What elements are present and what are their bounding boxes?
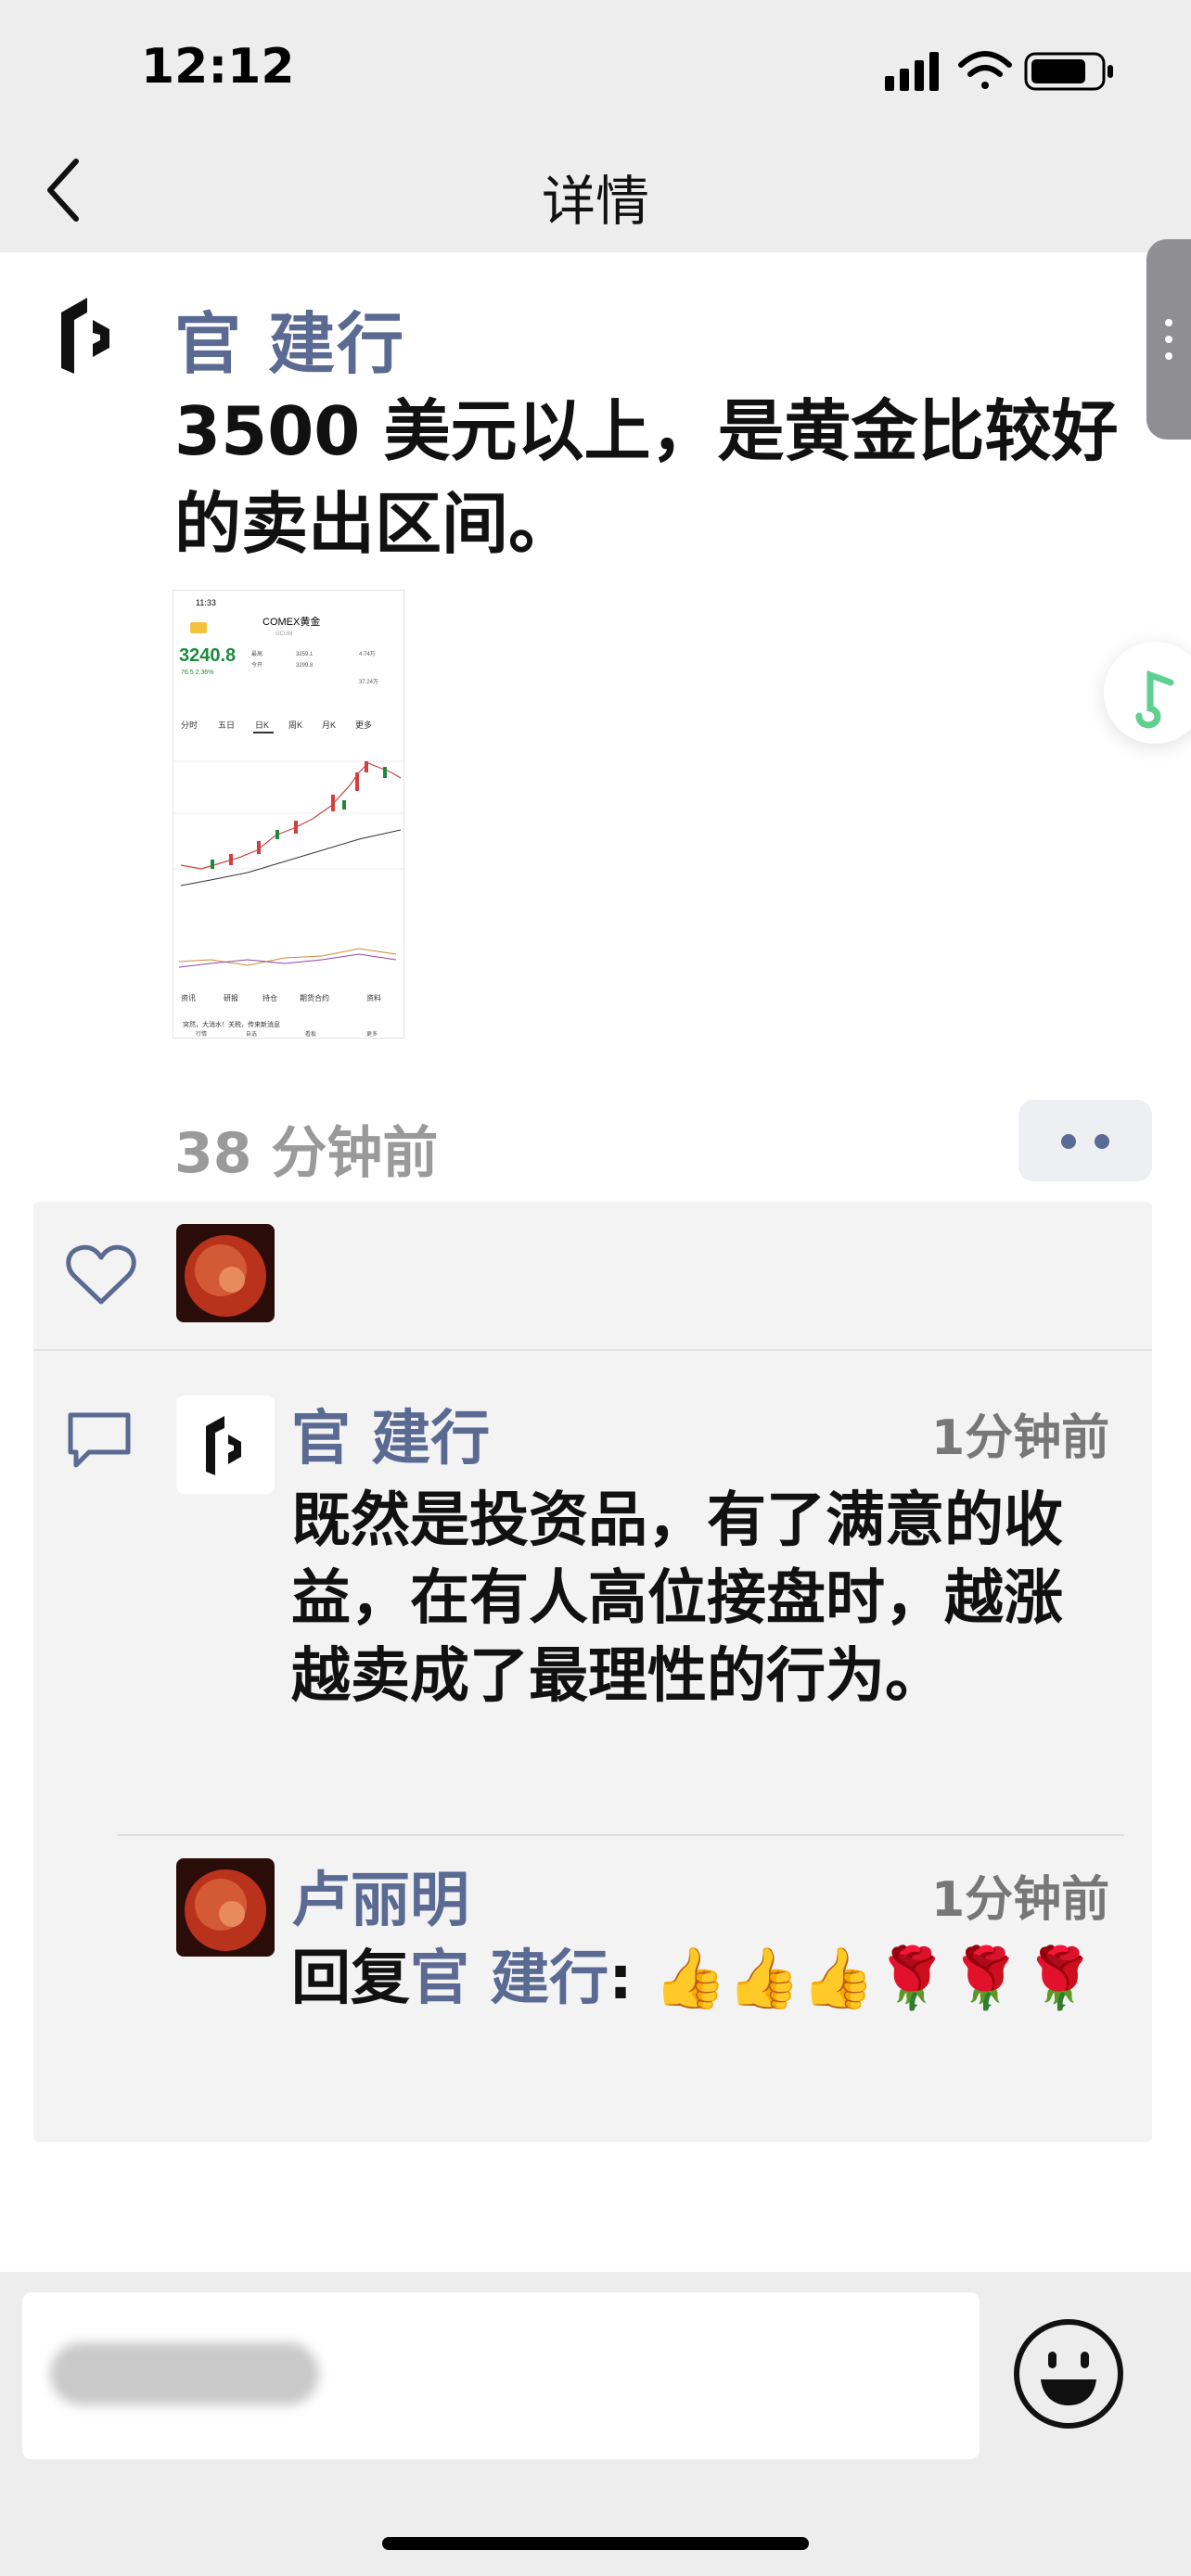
svg-text:最高: 最高: [251, 650, 263, 657]
svg-text:更多: 更多: [355, 720, 372, 730]
comment-author[interactable]: 官 建行: [291, 1391, 490, 1476]
svg-text:自选: 自选: [246, 1030, 257, 1038]
battery-icon: [1024, 52, 1113, 91]
music-button[interactable]: [1104, 642, 1191, 744]
signal-icon: [885, 52, 939, 91]
image-title: COMEX黄金: [263, 615, 320, 628]
svg-text:37.24万: 37.24万: [359, 679, 378, 685]
post-text: 3500 美元以上，是黄金比较好的卖出区间。: [174, 392, 1119, 563]
svg-text:今开: 今开: [251, 661, 263, 669]
comment-text: 既然是投资品，有了满意的收益，在有人高位接盘时，越涨越卖成了最理性的行为。: [291, 1486, 1063, 1711]
status-icons: [885, 51, 1113, 91]
commenter-avatar[interactable]: [176, 1858, 275, 1957]
post-image[interactable]: 11:33 COMEX黄金 GCUM 3240.8 76.5 2.36% 最高 …: [173, 590, 404, 1039]
image-time: 11:33: [196, 598, 216, 607]
image-change: 76.5 2.36%: [181, 670, 213, 676]
svg-text:期货合约: 期货合约: [300, 993, 329, 1002]
heart-icon: [66, 1244, 136, 1305]
post-time: 38 分钟前: [174, 1121, 439, 1186]
wifi-icon: [958, 51, 1012, 89]
liker-avatar[interactable]: [176, 1224, 275, 1322]
comment-time: 1分钟前: [931, 1410, 1110, 1466]
music-note-icon: [1135, 670, 1174, 729]
image-news: 突然，大消水！关税，传来新消息: [183, 1020, 280, 1028]
comment-icon: [68, 1412, 131, 1468]
comment-time: 1分钟前: [931, 1872, 1110, 1928]
commenter-avatar[interactable]: [176, 1396, 275, 1494]
svg-text:行情: 行情: [196, 1030, 207, 1038]
svg-text:4.74万: 4.74万: [359, 651, 376, 657]
input-placeholder-blurred: [50, 2342, 319, 2405]
divider: [33, 1349, 1152, 1351]
svg-text:资料: 资料: [366, 993, 381, 1002]
stock-screenshot: 11:33 COMEX黄金 GCUM 3240.8 76.5 2.36% 最高 …: [173, 591, 403, 1038]
status-time: 12:12: [141, 39, 295, 95]
more-actions-button[interactable]: [1018, 1100, 1152, 1181]
home-indicator: [382, 2537, 809, 2550]
svg-text:研报: 研报: [224, 993, 238, 1002]
svg-text:五日: 五日: [218, 721, 235, 730]
reply-emoji: 👍👍👍🌹🌹🌹: [653, 1945, 1097, 2013]
svg-text:月K: 月K: [322, 721, 336, 730]
image-price: 3240.8: [179, 645, 236, 666]
svg-text:分时: 分时: [181, 720, 198, 730]
svg-text:3259.1: 3259.1: [296, 652, 314, 657]
svg-text:资讯: 资讯: [181, 993, 196, 1002]
divider: [117, 1834, 1124, 1836]
page-title: 详情: [541, 170, 649, 233]
svg-text:看板: 看板: [305, 1030, 316, 1038]
side-menu-handle[interactable]: [1146, 239, 1191, 440]
reply-mention[interactable]: 官 建行: [410, 1945, 608, 2013]
comment-author[interactable]: 卢丽明: [291, 1853, 469, 1938]
author-avatar[interactable]: [56, 292, 122, 377]
svg-text:持仓: 持仓: [263, 993, 277, 1002]
svg-text:3299.8: 3299.8: [296, 663, 314, 669]
svg-text:更多: 更多: [366, 1030, 378, 1038]
svg-text:日K: 日K: [255, 721, 269, 730]
emoji-icon[interactable]: [1011, 2316, 1126, 2431]
svg-text:周K: 周K: [288, 721, 302, 730]
reply-text: 回复官 建行: 👍👍👍🌹🌹🌹: [291, 1945, 1097, 2013]
post-author-name[interactable]: 官 建行: [174, 289, 405, 387]
image-code: GCUM: [275, 631, 292, 637]
